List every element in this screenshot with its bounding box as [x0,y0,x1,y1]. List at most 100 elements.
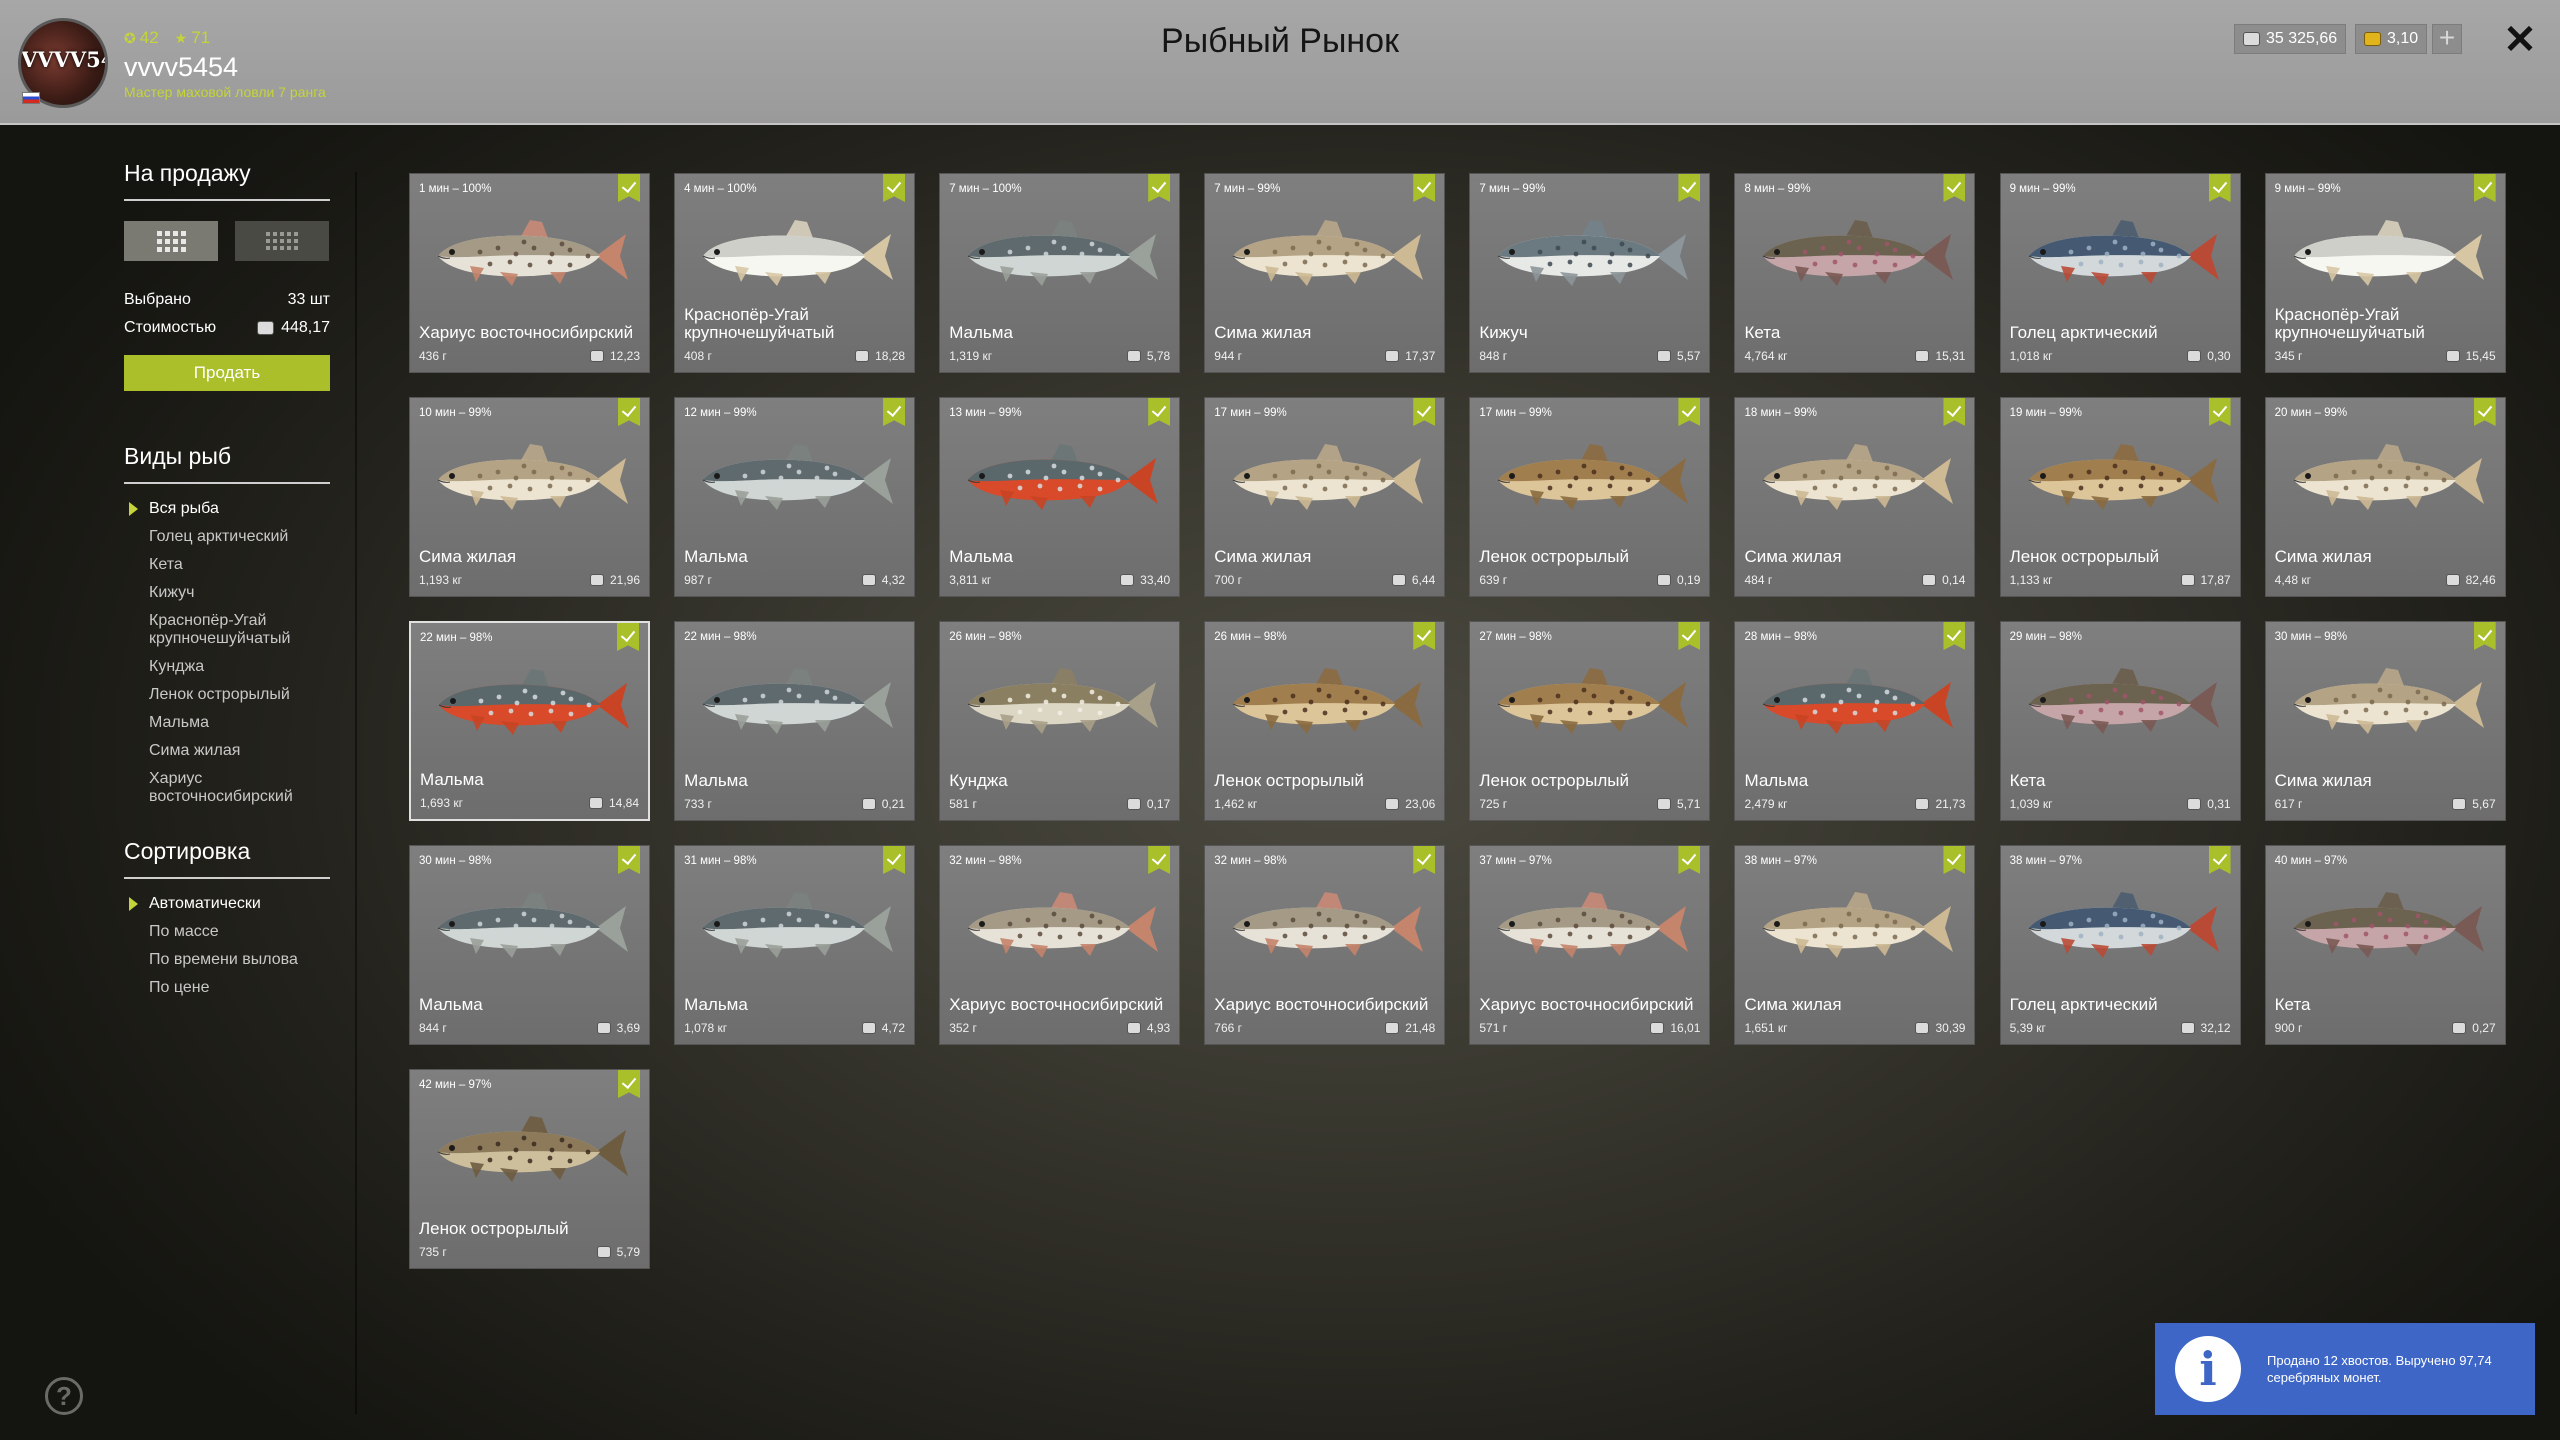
species-item[interactable]: Мальма [124,714,330,732]
fish-card[interactable]: 22 мин – 98% Мальма 733 г 0,21 [674,621,916,821]
catch-time: 9 мин – 99% [2009,183,2076,195]
checkmark-icon[interactable] [883,398,906,426]
sort-item[interactable]: Автоматически [124,895,330,913]
fish-image [702,220,894,286]
checkmark-icon[interactable] [2208,846,2231,874]
fish-card[interactable]: 13 мин – 99% Мальма 3,811 кг 33,40 [939,397,1181,597]
fish-card[interactable]: 32 мин – 98% Хариус восточносибирский 76… [1204,845,1446,1045]
species-item[interactable]: Ленок острорылый [124,686,330,704]
checkmark-icon[interactable] [2208,398,2231,426]
checkmark-icon[interactable] [2473,398,2496,426]
fish-card[interactable]: 37 мин – 97% Хариус восточносибирский 57… [1469,845,1711,1045]
page-title: Рыбный Рынок [1161,22,1399,60]
checkmark-icon[interactable] [1678,846,1701,874]
species-item[interactable]: Сима жилая [124,742,330,760]
checkmark-icon[interactable] [618,398,640,426]
fish-image [1233,892,1424,958]
silver-coin-icon [1385,798,1400,810]
checkmark-icon[interactable] [1943,846,1966,874]
fish-image [967,444,1159,510]
fish-card[interactable]: 31 мин – 98% Мальма 1,078 кг 4,72 [674,845,916,1045]
checkmark-icon[interactable] [618,846,640,874]
checkmark-icon[interactable] [1943,622,1966,650]
checkmark-icon[interactable] [2473,622,2496,650]
fish-price: 17,37 [1385,349,1435,363]
fish-card[interactable]: 18 мин – 99% Сима жилая 484 г 0,14 [1734,397,1976,597]
fish-card[interactable]: 9 мин – 99% Голец арктический 1,018 кг 0… [1999,173,2241,373]
fish-name: Мальма [420,770,484,789]
species-item[interactable]: Кунджа [124,658,330,676]
add-currency-button[interactable]: + [2432,24,2462,54]
checkmark-icon[interactable] [1413,174,1436,202]
species-item[interactable]: Кета [124,556,330,574]
sort-item[interactable]: По времени вылова [124,951,330,969]
species-item[interactable]: Вся рыба [124,500,330,518]
close-button[interactable]: ✕ [2500,20,2540,60]
checkmark-icon[interactable] [1148,846,1171,874]
fish-card[interactable]: 19 мин – 99% Ленок острорылый 1,133 кг 1… [1999,397,2241,597]
fish-card[interactable]: 20 мин – 99% Сима жилая 4,48 кг 82,46 [2264,397,2506,597]
checkmark-icon[interactable] [1678,174,1701,202]
fish-card[interactable]: 12 мин – 99% Мальма 987 г 4,32 [674,397,916,597]
fish-card[interactable]: 7 мин – 100% Мальма 1,319 кг 5,78 [939,173,1181,373]
species-item[interactable]: Кижуч [124,584,330,602]
checkmark-icon[interactable] [1678,622,1701,650]
fish-card[interactable]: 38 мин – 97% Сима жилая 1,651 кг 30,39 [1734,845,1976,1045]
sort-item[interactable]: По цене [124,979,330,997]
fish-card[interactable]: 28 мин – 98% Мальма 2,479 кг 21,73 [1734,621,1976,821]
checkmark-icon[interactable] [1148,174,1171,202]
checkmark-icon[interactable] [2473,174,2496,202]
checkmark-icon[interactable] [1413,846,1436,874]
checkmark-icon[interactable] [618,1070,640,1098]
fish-card[interactable]: 27 мин – 98% Ленок острорылый 725 г 5,71 [1469,621,1711,821]
fish-card[interactable]: 7 мин – 99% Кижуч 848 г 5,57 [1469,173,1711,373]
checkmark-icon[interactable] [1413,622,1436,650]
checkmark-icon[interactable] [1943,174,1966,202]
fish-card[interactable]: 9 мин – 99% Краснопёр-Угай крупночешуйча… [2264,173,2506,373]
checkmark-icon[interactable] [618,174,640,202]
fish-card[interactable]: 26 мин – 98% Кунджа 581 г 0,17 [939,621,1181,821]
fish-card[interactable]: 38 мин – 97% Голец арктический 5,39 кг 3… [1999,845,2241,1045]
fish-card[interactable]: 26 мин – 98% Ленок острорылый 1,462 кг 2… [1204,621,1446,821]
sell-button[interactable]: Продать [124,355,330,391]
fish-card[interactable]: 17 мин – 99% Сима жилая 700 г 6,44 [1204,397,1446,597]
help-button[interactable]: ? [45,1377,83,1415]
checkmark-icon[interactable] [883,174,906,202]
small-grid-view-button[interactable] [235,221,329,261]
fish-card[interactable]: 30 мин – 98% Мальма 844 г 3,69 [409,845,650,1045]
fish-card[interactable]: 40 мин – 97% Кета 900 г 0,27 [2264,845,2506,1045]
checkmark-icon[interactable] [617,623,639,651]
fish-card[interactable]: 17 мин – 99% Ленок острорылый 639 г 0,19 [1469,397,1711,597]
sort-item[interactable]: По массе [124,923,330,941]
catch-time: 38 мин – 97% [2009,855,2083,867]
fish-card[interactable]: 30 мин – 98% Сима жилая 617 г 5,67 [2264,621,2506,821]
fish-card[interactable]: 32 мин – 98% Хариус восточносибирский 35… [939,845,1181,1045]
checkmark-icon[interactable] [883,846,906,874]
fish-card[interactable]: 1 мин – 100% Хариус восточносибирский 43… [409,173,650,373]
checkmark-icon[interactable] [2208,174,2231,202]
species-item[interactable]: Хариус восточносибирский [124,770,330,806]
fish-card[interactable]: 10 мин – 99% Сима жилая 1,193 кг 21,96 [409,397,650,597]
species-item[interactable]: Голец арктический [124,528,330,546]
checkmark-icon[interactable] [1413,398,1436,426]
fish-card[interactable]: 7 мин – 99% Сима жилая 944 г 17,37 [1204,173,1446,373]
checkmark-icon[interactable] [1678,398,1701,426]
fish-name: Кижуч [1479,323,1528,342]
fish-card[interactable]: 8 мин – 99% Кета 4,764 кг 15,31 [1734,173,1976,373]
price-value: 82,46 [2465,573,2496,587]
checkmark-icon[interactable] [1943,398,1966,426]
fish-card[interactable]: 22 мин – 98% Мальма 1,693 кг 14,84 [409,621,650,821]
fish-name: Ленок острорылый [1479,771,1629,790]
fish-price: 6,44 [1391,573,1435,587]
checkmark-icon[interactable] [1148,398,1171,426]
fish-picture [950,210,1170,302]
price-value: 0,14 [1942,573,1966,587]
fish-card[interactable]: 42 мин – 97% Ленок острорылый 735 г 5,79 [409,1069,650,1269]
fish-card[interactable]: 29 мин – 98% Кета 1,039 кг 0,31 [1999,621,2241,821]
fish-card[interactable]: 4 мин – 100% Краснопёр-Угай крупночешуйч… [674,173,916,373]
silver-coin-icon [2243,32,2260,46]
catch-time: 27 мин – 98% [1479,631,1552,643]
large-grid-view-button[interactable] [124,221,218,261]
species-item[interactable]: Краснопёр-Угай крупночешуйчатый [124,612,330,648]
fish-weight: 1,018 кг [2009,349,2053,363]
